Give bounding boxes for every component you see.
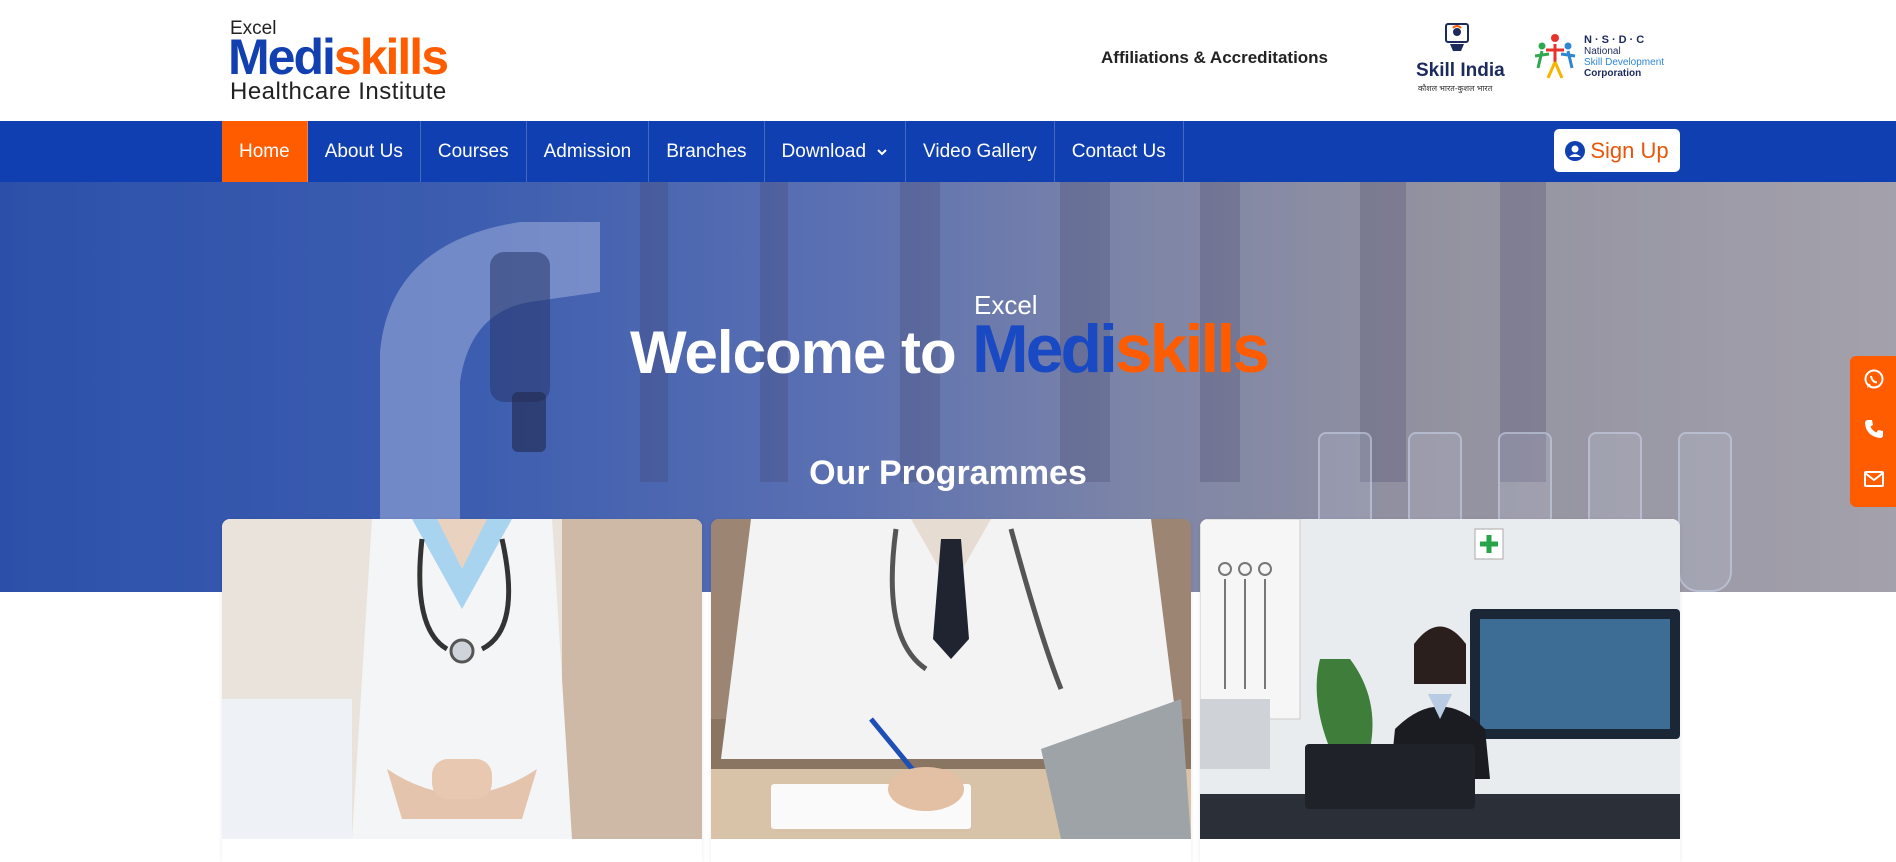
- whatsapp-icon[interactable]: [1863, 368, 1885, 390]
- nav-item-about-us[interactable]: About Us: [308, 121, 421, 182]
- nav-item-home[interactable]: Home: [222, 121, 308, 182]
- sign-up-label: Sign Up: [1590, 137, 1669, 163]
- nsdc-logo: N·S·D·C National Skill Development Corpo…: [1532, 30, 1672, 86]
- chevron-down-icon: [877, 148, 887, 155]
- logo-wordmark: Mediskills: [228, 29, 449, 85]
- nsdc-line-skill: Skill Development: [1584, 57, 1665, 68]
- skill-india-hindi-text: कौशल भारत-कुशल भारत: [1418, 84, 1493, 93]
- logo-subtitle: Healthcare Institute: [230, 78, 447, 105]
- main-nav: Home About Us Courses Admission Branches…: [0, 121, 1896, 182]
- floating-contact-bar: [1850, 356, 1896, 507]
- site-header: Excel Mediskills Healthcare Institute Af…: [0, 0, 1896, 121]
- hero-welcome-text: Welcome to: [630, 319, 957, 386]
- skill-india-logo: Skill India कौशल भारत-कुशल भारत: [1414, 22, 1505, 94]
- doctor-writing-at-desk-photo: [711, 519, 1191, 839]
- programme-card[interactable]: [222, 519, 702, 862]
- nav-item-video-gallery[interactable]: Video Gallery: [906, 121, 1055, 182]
- skill-india-emblem-icon: [1445, 23, 1469, 51]
- phone-icon[interactable]: [1863, 418, 1885, 440]
- nsdc-acronym: N·S·D·C: [1584, 34, 1648, 46]
- nav-item-admission[interactable]: Admission: [527, 121, 650, 182]
- programme-card[interactable]: [1200, 519, 1680, 862]
- hero-brand-wordmark: Mediskills: [972, 311, 1270, 387]
- nsdc-line-corporation: Corporation: [1584, 68, 1642, 79]
- nav-item-courses[interactable]: Courses: [421, 121, 527, 182]
- nsdc-line-national: National: [1584, 46, 1621, 57]
- mail-icon[interactable]: [1863, 468, 1885, 490]
- programmes-heading: Our Programmes: [809, 454, 1087, 492]
- sign-up-button[interactable]: Sign Up: [1554, 129, 1680, 172]
- receptionist-at-clinic-desk-photo: [1200, 519, 1680, 839]
- nav-item-branches[interactable]: Branches: [649, 121, 765, 182]
- site-logo[interactable]: Excel Mediskills Healthcare Institute: [228, 18, 458, 105]
- nav-item-contact-us[interactable]: Contact Us: [1055, 121, 1184, 182]
- affiliations-label: Affiliations & Accreditations: [1101, 48, 1329, 67]
- nav-item-download[interactable]: Download: [765, 121, 907, 182]
- nurse-in-uniform-photo: [222, 519, 702, 839]
- user-circle-icon: [1565, 140, 1586, 161]
- skill-india-text: Skill India: [1416, 60, 1505, 81]
- nsdc-people-icon: [1534, 34, 1576, 79]
- programme-card[interactable]: [711, 519, 1191, 862]
